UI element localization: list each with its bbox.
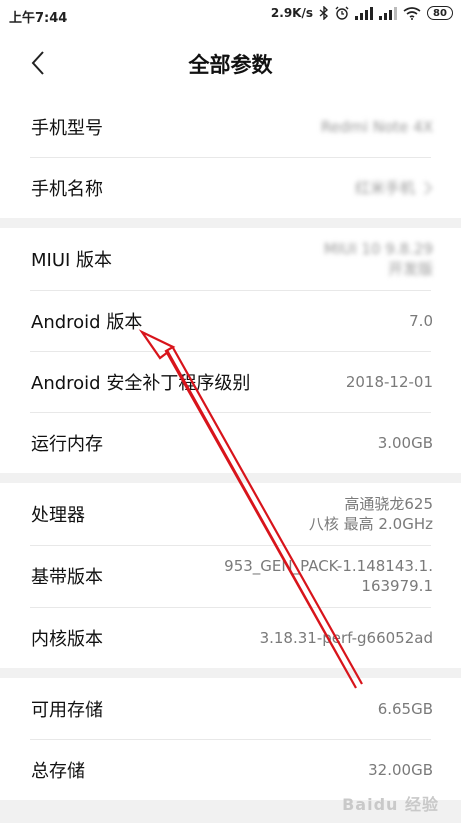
parameter-row: 运行内存 3.00GB xyxy=(0,412,461,473)
settings-group: 手机型号 Redmi Note 4X 手机名称 红米手机 xyxy=(0,96,461,218)
bluetooth-icon xyxy=(319,6,329,20)
parameter-label: Android 版本 xyxy=(31,311,143,333)
parameter-value: 3.18.31-perf-g66052ad xyxy=(260,628,433,648)
parameter-row: 基带版本 953_GEN_PACK-1.148143.1. 163979.1 xyxy=(0,545,461,607)
parameter-label: 可用存储 xyxy=(31,699,103,721)
parameter-value: 7.0 xyxy=(409,311,433,331)
status-icons: 2.9K/s 80 xyxy=(271,6,453,20)
parameter-label: 内核版本 xyxy=(31,628,103,650)
parameter-label: MIUI 版本 xyxy=(31,250,113,271)
parameter-list: 手机型号 Redmi Note 4X 手机名称 红米手机 MIUI 版本 MIUI 10 … xyxy=(0,96,461,800)
parameter-label: 运行内存 xyxy=(31,433,103,455)
page-title: 全部参数 xyxy=(188,53,273,77)
parameter-value-text: 32.00GB xyxy=(368,760,433,779)
parameter-label: 总存储 xyxy=(31,760,85,782)
wifi-icon xyxy=(403,6,421,20)
parameter-row: MIUI 版本 MIUI 10 9.8.29 开发版 xyxy=(0,228,461,290)
parameter-row: 处理器 高通骁龙625 八核 最高 2.0GHz xyxy=(0,483,461,545)
parameter-value: 6.65GB xyxy=(378,699,433,719)
group-divider xyxy=(0,668,461,678)
parameter-label: 手机型号 xyxy=(31,117,103,139)
battery-icon: 80 xyxy=(427,6,453,20)
parameter-value: MIUI 10 9.8.29 开发版 xyxy=(324,239,433,279)
parameter-value-text: Redmi Note 4X xyxy=(320,117,433,136)
parameter-row: Android 安全补丁程序级别 2018-12-01 xyxy=(0,351,461,412)
parameter-row: Android 版本 7.0 xyxy=(0,290,461,351)
parameter-value-text: 红米手机 xyxy=(354,178,415,197)
parameter-value: 红米手机 xyxy=(355,178,433,198)
parameter-value-text: MIUI 10 9.8.29 开发版 xyxy=(323,240,433,278)
watermark: Baidu 经验 xyxy=(342,795,439,814)
net-speed: 2.9K/s xyxy=(270,6,313,20)
settings-group: 可用存储 6.65GB 总存储 32.00GB xyxy=(0,678,461,800)
parameter-value: Redmi Note 4X xyxy=(321,117,433,137)
signal-icon-2 xyxy=(379,6,397,20)
parameter-value: 953_GEN_PACK-1.148143.1. 163979.1 xyxy=(224,556,433,596)
settings-group: 处理器 高通骁龙625 八核 最高 2.0GHz 基带版本 953_GEN_PACK-… xyxy=(0,483,461,668)
group-divider xyxy=(0,218,461,228)
parameter-row: 内核版本 3.18.31-perf-g66052ad xyxy=(0,607,461,668)
parameter-value: 高通骁龙625 八核 最高 2.0GHz xyxy=(309,494,433,534)
parameter-label: 基带版本 xyxy=(31,567,103,588)
header: 全部参数 xyxy=(0,30,461,96)
parameter-value-text: 7.0 xyxy=(409,311,433,330)
status-time: 上午7:44 xyxy=(9,11,68,26)
group-divider xyxy=(0,473,461,483)
parameter-row: 可用存储 6.65GB xyxy=(0,678,461,739)
alarm-icon xyxy=(335,6,349,20)
parameter-value: 32.00GB xyxy=(368,760,433,780)
chevron-right-icon xyxy=(424,180,433,195)
parameter-row: 手机型号 Redmi Note 4X xyxy=(0,96,461,157)
parameter-label: 处理器 xyxy=(31,505,85,526)
parameter-value-text: 3.00GB xyxy=(377,433,433,452)
parameter-value: 2018-12-01 xyxy=(346,372,433,392)
parameter-value-text: 953_GEN_PACK-1.148143.1. 163979.1 xyxy=(224,557,433,595)
parameter-value-text: 3.18.31-perf-g66052ad xyxy=(259,628,433,647)
parameter-value-text: 2018-12-01 xyxy=(345,372,433,391)
signal-icon xyxy=(355,6,373,20)
status-bar: 上午7:44 2.9K/s 80 xyxy=(0,0,461,30)
parameter-value-text: 高通骁龙625 八核 最高 2.0GHz xyxy=(308,495,433,533)
parameter-row[interactable]: 手机名称 红米手机 xyxy=(0,157,461,218)
parameter-label: Android 安全补丁程序级别 xyxy=(31,372,251,394)
parameter-value-text: 6.65GB xyxy=(377,699,433,718)
settings-group: MIUI 版本 MIUI 10 9.8.29 开发版 Android 版本 7.0 An… xyxy=(0,228,461,473)
parameter-value: 3.00GB xyxy=(378,433,433,453)
parameter-label: 手机名称 xyxy=(31,178,103,200)
